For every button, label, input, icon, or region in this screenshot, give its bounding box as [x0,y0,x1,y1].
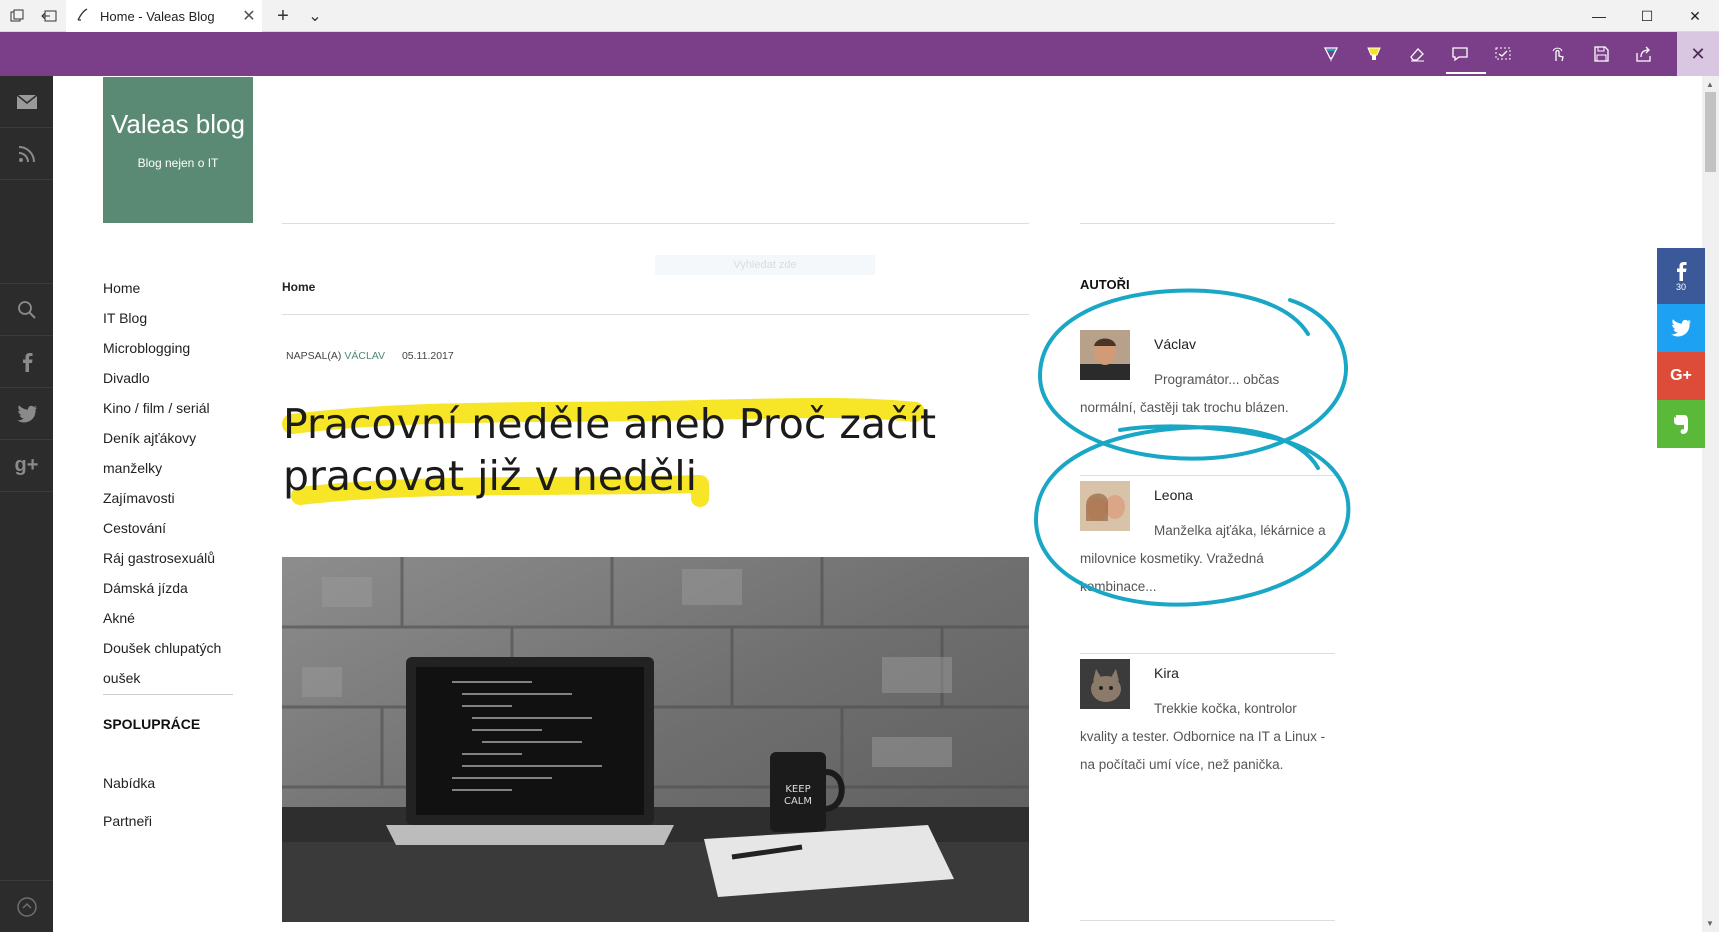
post-title-line1: Pracovní neděle aneb Proč začít [283,400,937,448]
author-bio-vaclav: Programátor... občas normální, častěji t… [1080,372,1289,415]
svg-text:CALM: CALM [784,796,812,807]
author-card-kira: Kira Trekkie kočka, kontrolor kvality a … [1080,659,1336,809]
post-title-line2: pracovat již v neděli [283,452,698,500]
author-divider-2 [1080,653,1335,654]
author-name-vaclav[interactable]: Václav [1154,336,1196,352]
post-featured-image[interactable]: KEEP CALM [282,557,1029,922]
author-divider-1 [1080,475,1335,476]
share-evernote-button[interactable] [1657,400,1705,448]
author-card-leona: Leona Manželka ajťáka, lékárnice a milov… [1080,481,1336,601]
post-title[interactable]: Pracovní neděle aneb Proč začít pracovat… [283,398,963,502]
author-bio-kira: Trekkie kočka, kontrolor kvality a teste… [1080,701,1326,772]
twitter-icon [1671,319,1691,337]
author-divider-3 [1080,920,1335,921]
author-name-leona[interactable]: Leona [1154,487,1193,503]
sidebar-top-divider [1080,223,1335,224]
google-plus-icon: G+ [1670,367,1692,384]
share-facebook-button[interactable]: 30 [1657,248,1705,304]
author-bio-leona: Manželka ajťáka, lékárnice a milovnice k… [1080,523,1326,594]
share-google-plus-button[interactable]: G+ [1657,352,1705,400]
facebook-icon [1677,261,1687,281]
svg-text:KEEP: KEEP [785,784,810,795]
evernote-icon [1674,415,1688,434]
author-name-kira[interactable]: Kira [1154,665,1179,681]
share-twitter-button[interactable] [1657,304,1705,352]
authors-heading: AUTOŘI [1080,277,1130,292]
author-card-vaclav: Václav Programátor... občas normální, ča… [1080,330,1336,450]
facebook-share-count: 30 [1675,281,1686,292]
